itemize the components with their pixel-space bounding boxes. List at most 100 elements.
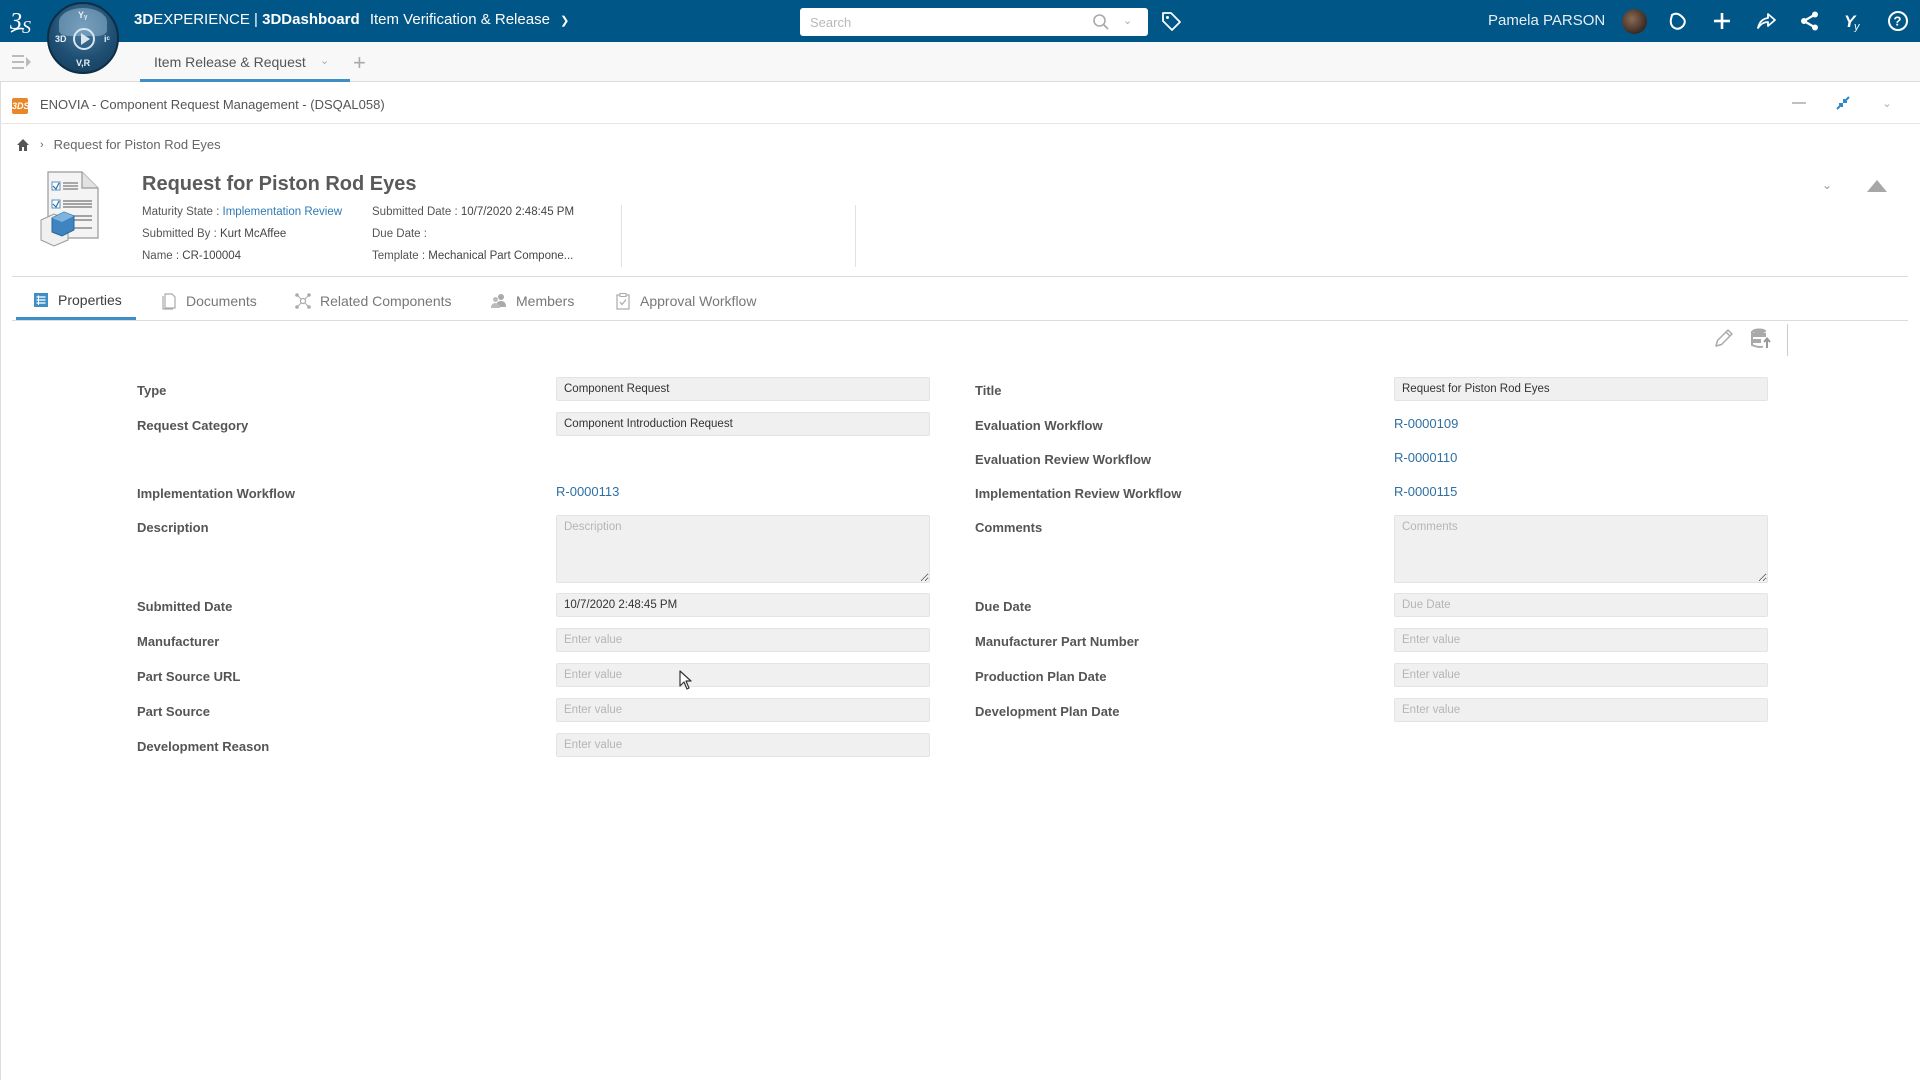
avatar[interactable] bbox=[1622, 9, 1647, 34]
minimize-icon[interactable] bbox=[1788, 92, 1810, 114]
compass-icon[interactable]: Yᵧ 3D iᶜ V,R bbox=[47, 2, 119, 74]
help-icon[interactable]: ? bbox=[1885, 8, 1911, 34]
object-name: Name : CR-100004 bbox=[142, 250, 241, 262]
submitted-date-field[interactable] bbox=[556, 593, 930, 617]
share-icon[interactable] bbox=[1753, 8, 1779, 34]
compass-label-bottom: V,R bbox=[76, 58, 91, 68]
tab-documents[interactable]: Documents bbox=[160, 282, 257, 320]
related-components-icon bbox=[295, 293, 311, 309]
compass-label-top: Yᵧ bbox=[78, 10, 88, 20]
app-title[interactable]: 3DEXPERIENCE | 3DDashboard Item Verifica… bbox=[134, 11, 569, 28]
development-reason-field[interactable] bbox=[556, 733, 930, 757]
dashboard-label: 3DDashboard bbox=[262, 11, 360, 28]
social-share-icon[interactable] bbox=[1797, 8, 1823, 34]
search-input[interactable] bbox=[800, 8, 1080, 36]
widget-menu-chevron-icon[interactable]: ⌄ bbox=[1876, 92, 1898, 114]
manufacturer-label: Manufacturer bbox=[137, 634, 220, 649]
tab-label: Related Components bbox=[320, 293, 452, 309]
tab-menu-chevron-icon[interactable]: ⌄ bbox=[320, 54, 329, 67]
widget-app-icon: 3DS bbox=[12, 98, 30, 114]
submitted-date-value: 10/7/2020 2:48:45 PM bbox=[460, 206, 575, 218]
collapse-icon[interactable] bbox=[1832, 92, 1854, 114]
breadcrumb-separator: › bbox=[40, 138, 44, 151]
description-field[interactable] bbox=[556, 515, 930, 583]
manufacturer-part-number-field[interactable] bbox=[1394, 628, 1768, 652]
development-reason-label: Development Reason bbox=[137, 739, 270, 754]
evaluation-workflow-label: Evaluation Workflow bbox=[975, 418, 1103, 433]
template-label: Template : bbox=[372, 250, 429, 262]
header-expand-chevron-icon[interactable]: ⌄ bbox=[1822, 178, 1832, 192]
play-icon[interactable] bbox=[73, 28, 95, 50]
tab-item-release-request[interactable]: Item Release & Request ⌄ bbox=[140, 42, 350, 82]
dashboard-name: Item Verification & Release bbox=[369, 11, 550, 28]
add-tab-icon[interactable]: + bbox=[353, 50, 366, 76]
title-label: Title bbox=[975, 383, 1002, 398]
search-options-chevron-icon[interactable]: ⌄ bbox=[1123, 14, 1132, 27]
chevron-down-icon[interactable]: ❯ bbox=[560, 14, 569, 27]
part-source-url-field[interactable] bbox=[556, 663, 930, 687]
home-icon[interactable] bbox=[16, 138, 30, 152]
breadcrumb-item[interactable]: Request for Piston Rod Eyes bbox=[54, 137, 221, 152]
implementation-review-workflow-label: Implementation Review Workflow bbox=[975, 486, 1182, 501]
add-icon[interactable] bbox=[1709, 8, 1735, 34]
title-field[interactable] bbox=[1394, 377, 1768, 401]
tab-approval-workflow[interactable]: Approval Workflow bbox=[614, 282, 756, 320]
description-label: Description bbox=[137, 520, 209, 535]
type-field[interactable] bbox=[556, 377, 930, 401]
notifications-icon[interactable] bbox=[1665, 8, 1691, 34]
maturity-state-link[interactable]: Implementation Review bbox=[223, 206, 343, 218]
type-label: Type bbox=[137, 383, 167, 398]
tab-label: Documents bbox=[186, 293, 257, 309]
user-name[interactable]: Pamela PARSON bbox=[1488, 12, 1605, 29]
header-divider bbox=[855, 205, 856, 267]
svg-text:y: y bbox=[1853, 21, 1861, 32]
implementation-workflow-link[interactable]: R-0000113 bbox=[556, 484, 619, 499]
implementation-workflow-label: Implementation Workflow bbox=[137, 486, 295, 501]
properties-icon bbox=[34, 292, 48, 307]
comments-label: Comments bbox=[975, 520, 1043, 535]
svg-text:?: ? bbox=[1894, 14, 1902, 29]
comments-field[interactable] bbox=[1394, 515, 1768, 583]
production-plan-date-field[interactable] bbox=[1394, 663, 1768, 687]
part-source-field[interactable] bbox=[556, 698, 930, 722]
submitted-date-label: Submitted Date bbox=[137, 599, 233, 614]
search-icon[interactable] bbox=[1092, 13, 1110, 31]
request-category-field[interactable] bbox=[556, 412, 930, 436]
ds-logo-icon[interactable]: 3 S bbox=[8, 5, 42, 37]
documents-icon bbox=[162, 293, 176, 310]
submitted-date-label: Submitted Date : bbox=[372, 206, 461, 218]
tag-icon[interactable] bbox=[1160, 10, 1182, 32]
production-plan-date-label: Production Plan Date bbox=[975, 669, 1107, 684]
name-value: CR-100004 bbox=[182, 250, 242, 262]
edit-icon[interactable] bbox=[1712, 326, 1736, 350]
dashboard-tab-bar: Item Release & Request ⌄ + bbox=[0, 42, 1920, 82]
database-upload-icon[interactable] bbox=[1749, 326, 1773, 350]
dashboard-tab-label: Item Release & Request bbox=[154, 54, 306, 70]
mouse-cursor-icon bbox=[679, 670, 692, 690]
sidebar-toggle-icon[interactable] bbox=[12, 54, 32, 70]
evaluation-workflow-link[interactable]: R-0000109 bbox=[1394, 416, 1458, 431]
tab-properties[interactable]: Properties bbox=[16, 282, 136, 320]
tab-label: Properties bbox=[58, 291, 122, 308]
brand-bold: 3D bbox=[134, 11, 154, 28]
implementation-review-workflow-link[interactable]: R-0000115 bbox=[1394, 484, 1457, 499]
maturity-state-label: Maturity State : bbox=[142, 206, 223, 218]
community-icon[interactable]: Yy bbox=[1841, 8, 1867, 34]
request-category-label: Request Category bbox=[137, 418, 249, 433]
submitted-by: Submitted By : Kurt McAffee bbox=[142, 228, 286, 240]
tab-related-components[interactable]: Related Components bbox=[294, 282, 452, 320]
collapse-header-icon[interactable] bbox=[1867, 180, 1887, 192]
approval-workflow-icon bbox=[616, 293, 630, 310]
manufacturer-field[interactable] bbox=[556, 628, 930, 652]
top-bar: 3 S Yᵧ 3D iᶜ V,R 3DEXPERIENCE | 3DDashbo… bbox=[0, 0, 1920, 74]
header-divider-line bbox=[12, 276, 1908, 277]
due-date: Due Date : bbox=[372, 228, 427, 240]
search-box[interactable]: ⌄ bbox=[800, 8, 1148, 36]
members-icon bbox=[491, 294, 506, 308]
development-plan-date-field[interactable] bbox=[1394, 698, 1768, 722]
submitted-by-value: Kurt McAffee bbox=[219, 228, 287, 240]
evaluation-review-workflow-link[interactable]: R-0000110 bbox=[1394, 450, 1457, 465]
tab-members[interactable]: Members bbox=[490, 282, 574, 320]
toolbar-divider bbox=[1787, 324, 1788, 356]
due-date-field[interactable] bbox=[1394, 593, 1768, 617]
